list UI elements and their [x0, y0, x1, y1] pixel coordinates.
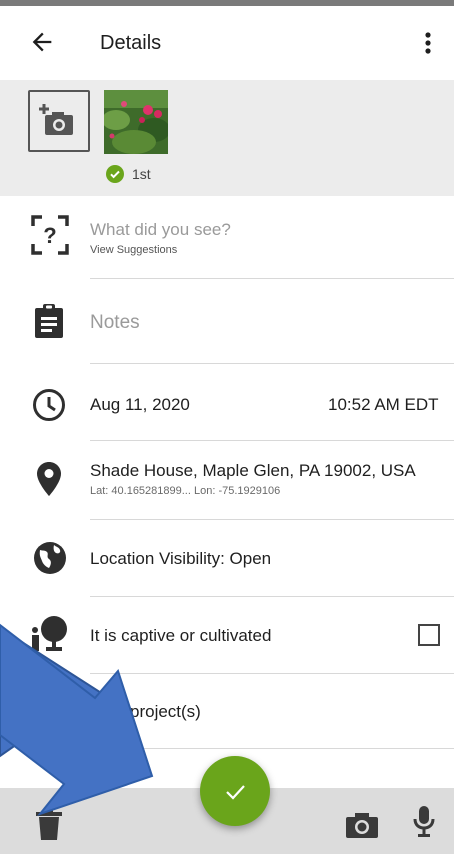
app-bar: Details — [0, 6, 454, 80]
notes-input[interactable]: Notes — [90, 312, 140, 334]
species-row[interactable]: ? What did you see? View Suggestions — [0, 196, 454, 278]
add-photo-icon — [39, 104, 73, 135]
datetime-row[interactable]: Aug 11, 2020 10:52 AM EDT — [0, 364, 454, 440]
cultivated-plant-icon — [30, 615, 70, 658]
more-options-icon[interactable] — [416, 28, 440, 58]
clock-icon — [32, 388, 66, 427]
location-row[interactable]: Shade House, Maple Glen, PA 19002, USA L… — [0, 441, 454, 519]
svg-text:?: ? — [43, 223, 56, 248]
projects-label[interactable]: project(s) — [130, 702, 201, 722]
camera-icon[interactable] — [346, 812, 378, 843]
microphone-icon[interactable] — [413, 806, 435, 843]
photo-strip: 1st — [0, 80, 454, 196]
location-pin-icon — [36, 461, 62, 502]
location-coordinates: Lat: 40.165281899... Lon: -75.1929106 — [90, 485, 281, 497]
page-title: Details — [100, 32, 162, 54]
save-observation-button[interactable] — [200, 756, 270, 826]
location-visibility-label[interactable]: Location Visibility: Open — [90, 549, 271, 569]
observation-date[interactable]: Aug 11, 2020 — [90, 395, 190, 415]
location-name[interactable]: Shade House, Maple Glen, PA 19002, USA — [90, 461, 416, 481]
divider — [90, 748, 454, 749]
observation-photo-thumbnail[interactable] — [104, 90, 168, 154]
location-visibility-row[interactable]: Location Visibility: Open — [0, 520, 454, 596]
projects-row[interactable]: project(s) — [0, 674, 454, 748]
globe-icon — [32, 540, 68, 581]
first-photo-badge: 1st — [106, 164, 151, 184]
back-arrow-icon[interactable] — [28, 28, 56, 56]
clipboard-icon — [34, 303, 64, 344]
check-circle-icon — [106, 165, 124, 183]
species-input[interactable]: What did you see? — [90, 220, 231, 240]
species-unknown-icon: ? — [30, 214, 70, 261]
captive-checkbox[interactable] — [418, 624, 440, 646]
captive-row[interactable]: It is captive or cultivated — [0, 597, 454, 673]
trash-icon[interactable] — [36, 808, 62, 845]
captive-label: It is captive or cultivated — [90, 626, 272, 645]
observation-time[interactable]: 10:52 AM EDT — [328, 395, 439, 415]
notes-row[interactable]: Notes — [0, 279, 454, 363]
first-photo-label: 1st — [132, 166, 151, 182]
checkmark-icon — [226, 785, 245, 800]
add-photo-button[interactable] — [28, 90, 90, 152]
view-suggestions-link[interactable]: View Suggestions — [90, 244, 177, 256]
